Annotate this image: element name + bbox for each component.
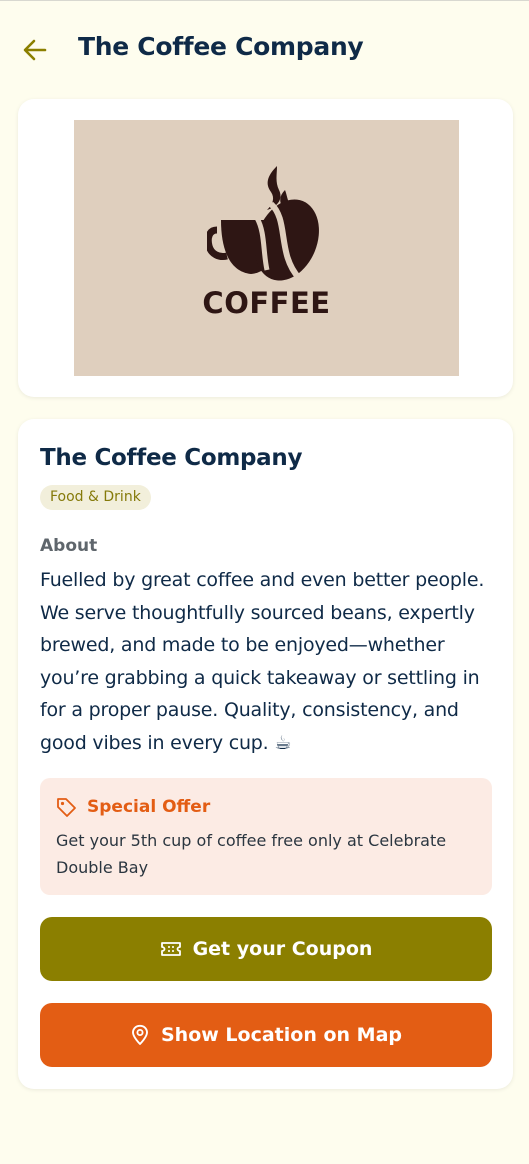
about-text: Fuelled by great coffee and even better … bbox=[40, 569, 485, 754]
business-info-card: The Coffee Company Food & Drink About Fu… bbox=[18, 419, 513, 1089]
ticket-icon bbox=[160, 940, 182, 958]
get-coupon-button[interactable]: Get your Coupon bbox=[40, 917, 492, 981]
coffee-cup-bean-icon bbox=[204, 162, 327, 292]
tag-icon bbox=[55, 796, 77, 818]
business-name: The Coffee Company bbox=[40, 445, 303, 471]
offer-title: Special Offer bbox=[87, 797, 211, 817]
map-pin-icon bbox=[130, 1024, 150, 1046]
show-location-label: Show Location on Map bbox=[161, 1024, 402, 1046]
about-label: About bbox=[40, 536, 98, 556]
page: The Coffee Company COFFEE The Coffee Com… bbox=[0, 0, 529, 1164]
arrow-left-icon bbox=[21, 36, 49, 64]
business-logo: COFFEE bbox=[74, 120, 459, 376]
offer-header: Special Offer bbox=[55, 796, 210, 818]
category-badge: Food & Drink bbox=[40, 485, 151, 510]
logo-wordmark: COFFEE bbox=[202, 286, 331, 320]
special-offer-box: Special Offer Get your 5th cup of coffee… bbox=[40, 778, 492, 895]
show-location-button[interactable]: Show Location on Map bbox=[40, 1003, 492, 1067]
page-title: The Coffee Company bbox=[78, 32, 364, 61]
back-button[interactable] bbox=[18, 33, 52, 67]
offer-text: Get your 5th cup of coffee free only at … bbox=[56, 831, 447, 877]
app-header: The Coffee Company bbox=[0, 1, 529, 101]
business-image-card: COFFEE bbox=[18, 99, 513, 397]
get-coupon-label: Get your Coupon bbox=[192, 938, 373, 960]
